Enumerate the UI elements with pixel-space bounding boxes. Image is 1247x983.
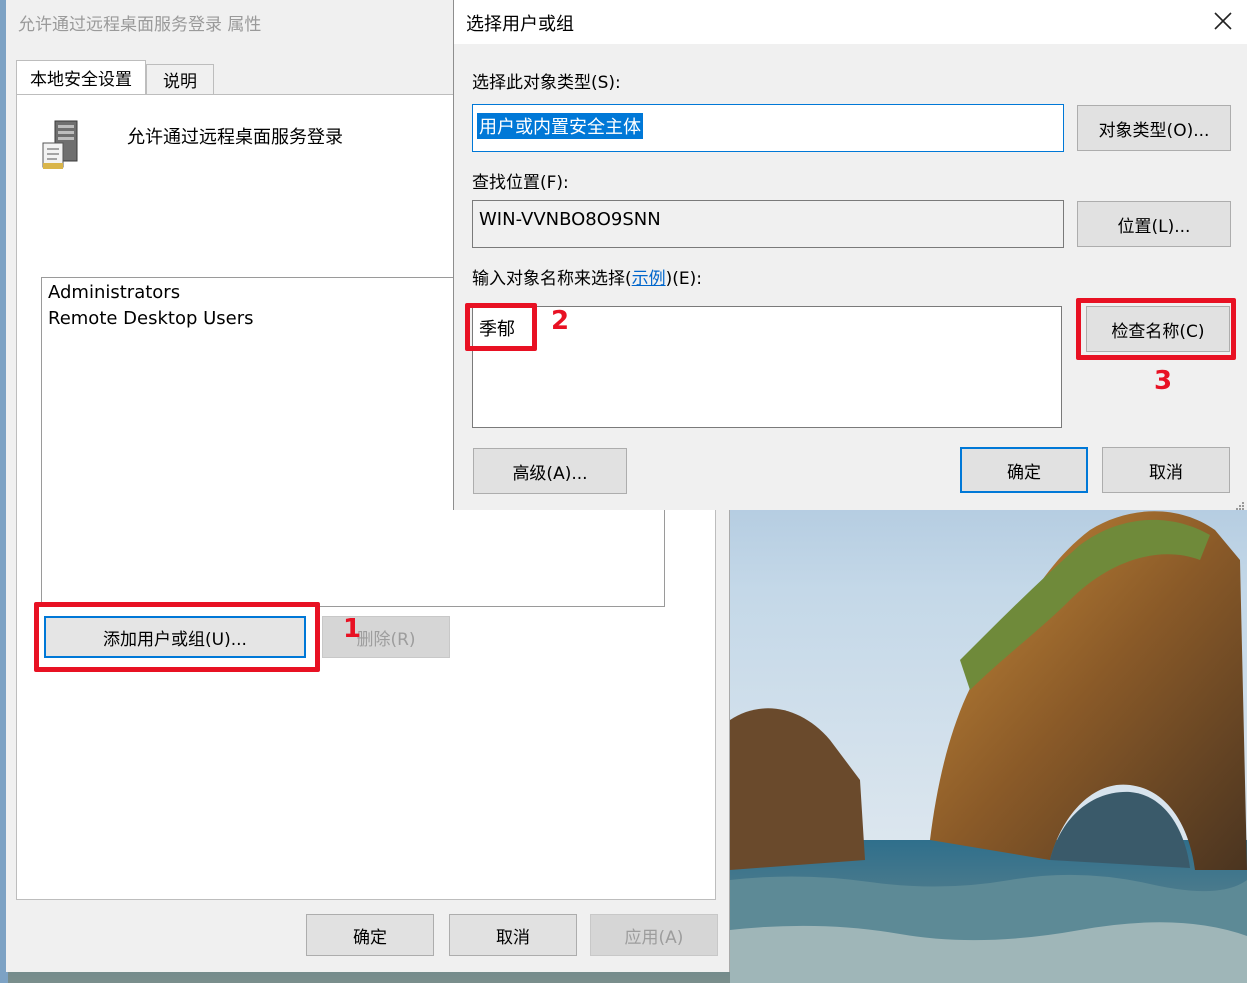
ok-button[interactable]: 确定 bbox=[960, 447, 1088, 493]
names-label-prefix: 输入对象名称来选择( bbox=[472, 269, 632, 289]
annotation-highlight-check bbox=[1076, 298, 1236, 360]
location-field[interactable]: WIN-VVNBO8O9SNN bbox=[472, 200, 1064, 248]
location-label: 查找位置(F): bbox=[472, 173, 569, 193]
tab-explain[interactable]: 说明 bbox=[146, 64, 214, 94]
resize-grip-icon[interactable] bbox=[1233, 496, 1245, 510]
locations-button[interactable]: 位置(L)... bbox=[1077, 201, 1231, 247]
examples-link[interactable]: 示例 bbox=[632, 269, 666, 289]
object-types-button[interactable]: 对象类型(O)... bbox=[1077, 105, 1231, 151]
advanced-button[interactable]: 高级(A)... bbox=[473, 448, 627, 494]
ok-button[interactable]: 确定 bbox=[306, 914, 434, 956]
object-type-label: 选择此对象类型(S): bbox=[472, 73, 621, 93]
annotation-step-2: 2 bbox=[551, 306, 570, 336]
tab-local-security-setting[interactable]: 本地安全设置 bbox=[16, 60, 146, 94]
close-icon[interactable] bbox=[1212, 10, 1234, 32]
annotation-step-3: 3 bbox=[1154, 366, 1173, 396]
annotation-highlight-add bbox=[34, 602, 320, 672]
remove-button[interactable]: 删除(R) bbox=[322, 616, 450, 658]
dialog-title: 选择用户或组 bbox=[466, 14, 574, 35]
server-policy-icon bbox=[39, 119, 89, 171]
names-label-suffix: )(E): bbox=[665, 269, 703, 289]
apply-button[interactable]: 应用(A) bbox=[590, 914, 718, 956]
policy-name: 允许通过远程桌面服务登录 bbox=[127, 127, 343, 148]
cancel-button[interactable]: 取消 bbox=[449, 914, 577, 956]
select-users-dialog: 选择用户或组 选择此对象类型(S): 用户或内置安全主体 对象类型(O)... … bbox=[453, 0, 1247, 510]
object-type-field[interactable]: 用户或内置安全主体 bbox=[472, 104, 1064, 152]
location-value: WIN-VVNBO8O9SNN bbox=[479, 209, 661, 230]
annotation-step-1: 1 bbox=[343, 614, 362, 644]
object-type-value: 用户或内置安全主体 bbox=[477, 113, 643, 139]
object-names-label: 输入对象名称来选择(示例)(E): bbox=[472, 264, 702, 289]
dialog-titlebar: 选择用户或组 bbox=[454, 0, 1247, 44]
dialog-title: 允许通过远程桌面服务登录 属性 bbox=[18, 15, 262, 35]
cancel-button[interactable]: 取消 bbox=[1102, 447, 1230, 493]
annotation-highlight-name bbox=[465, 303, 537, 351]
